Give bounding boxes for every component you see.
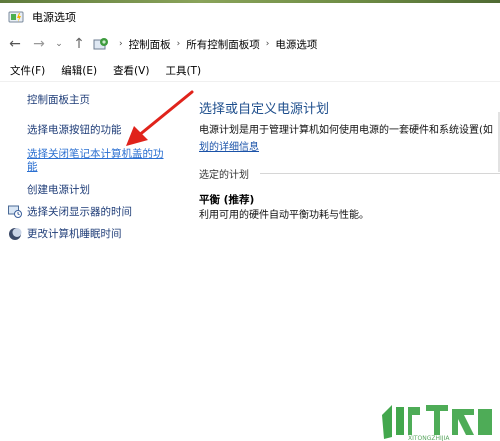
recent-locations-dropdown[interactable]: ⌄ [50, 35, 68, 53]
svg-text:XITONGZHIJIA: XITONGZHIJIA [408, 435, 450, 441]
lid-close-link-line2: 能 [27, 161, 38, 173]
menu-file[interactable]: 文件(F) [10, 63, 45, 78]
annotation-arrow-icon [126, 90, 194, 146]
page-title: 选择或自定义电源计划 [199, 102, 330, 117]
selected-plan-heading: 选定的计划 [199, 170, 249, 181]
plan-description: 利用可用的硬件自动平衡功耗与性能。 [199, 210, 369, 221]
menu-tools[interactable]: 工具(T) [165, 63, 201, 78]
display-off-time-link[interactable]: 选择关闭显示器的时间 [27, 206, 132, 219]
moon-icon [9, 228, 22, 240]
navigation-bar: ← → ⌄ ↑ › 控制面板 › 所有控制面板项 › 电源选项 [0, 31, 500, 57]
forward-button[interactable]: → [30, 35, 48, 53]
breadcrumb-separator: › [119, 39, 123, 49]
menu-view[interactable]: 查看(V) [113, 63, 149, 78]
breadcrumb-separator: › [176, 39, 181, 49]
breadcrumb-all-items[interactable]: 所有控制面板项 [186, 37, 260, 52]
section-divider [260, 173, 500, 174]
watermark-logo: XITONGZHIJIA [382, 405, 492, 441]
menu-edit[interactable]: 编辑(E) [61, 63, 97, 78]
create-power-plan-link[interactable]: 创建电源计划 [27, 184, 90, 197]
address-bar[interactable]: › 控制面板 › 所有控制面板项 › 电源选项 [92, 32, 500, 56]
plan-name-balanced[interactable]: 平衡 (推荐) [199, 192, 254, 207]
menu-bar: 文件(F) 编辑(E) 查看(V) 工具(T) [0, 59, 500, 82]
control-panel-icon [93, 38, 108, 50]
breadcrumb-power-options[interactable]: 电源选项 [275, 37, 317, 52]
breadcrumb-separator: › [265, 39, 270, 49]
display-clock-icon [8, 205, 22, 218]
power-buttons-link[interactable]: 选择电源按钮的功能 [27, 124, 122, 137]
up-button[interactable]: ↑ [70, 35, 88, 53]
control-panel-home-link[interactable]: 控制面板主页 [27, 94, 90, 107]
sleep-time-link[interactable]: 更改计算机睡眠时间 [27, 228, 122, 241]
back-button[interactable]: ← [6, 35, 24, 53]
title-bar: 电源选项 [0, 3, 500, 30]
power-plan-description: 电源计划是用于管理计算机如何使用电源的一套硬件和系统设置(如 [199, 125, 493, 136]
window-title: 电源选项 [32, 10, 76, 24]
power-plan-details-link[interactable]: 划的详细信息 [199, 138, 259, 153]
breadcrumb-control-panel[interactable]: 控制面板 [129, 37, 171, 52]
power-options-icon [8, 11, 24, 22]
